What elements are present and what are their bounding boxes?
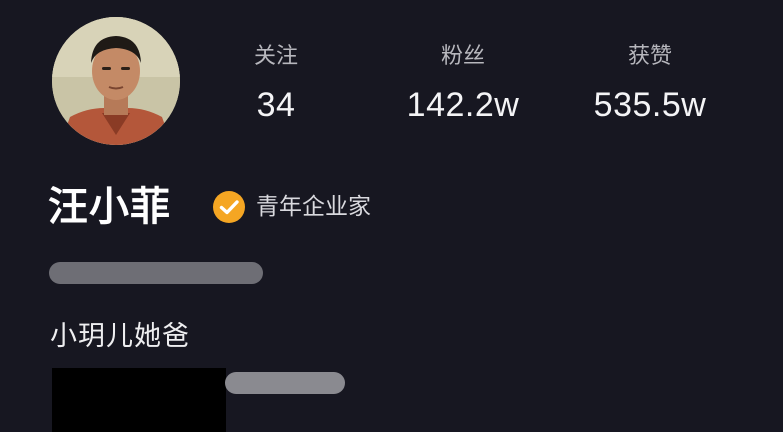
avatar[interactable] [52, 17, 180, 145]
redaction-block [52, 368, 226, 432]
verification-label: 青年企业家 [256, 194, 371, 220]
stat-followers-value: 142.2w [406, 86, 520, 124]
avatar-photo [52, 17, 180, 145]
profile-bio: 小玥儿她爸 [50, 321, 190, 352]
redacted-text [225, 372, 345, 394]
stat-likes-value: 535.5w [593, 86, 707, 124]
verified-check-icon [213, 191, 245, 223]
stat-following[interactable]: 关注 34 [196, 42, 356, 124]
profile-header: 关注 34 粉丝 142.2w 获赞 535.5w 汪小菲 青年企业家 小玥儿她… [0, 0, 783, 432]
stat-likes-label: 获赞 [627, 44, 672, 69]
stat-likes[interactable]: 获赞 535.5w [570, 42, 730, 124]
redacted-account-id [49, 262, 263, 284]
verification-badge[interactable]: 青年企业家 [212, 190, 371, 224]
stat-followers-label: 粉丝 [440, 44, 485, 69]
profile-name: 汪小菲 [48, 184, 171, 230]
stat-following-label: 关注 [253, 44, 298, 69]
stat-followers[interactable]: 粉丝 142.2w [383, 42, 543, 124]
stat-following-value: 34 [256, 86, 296, 124]
